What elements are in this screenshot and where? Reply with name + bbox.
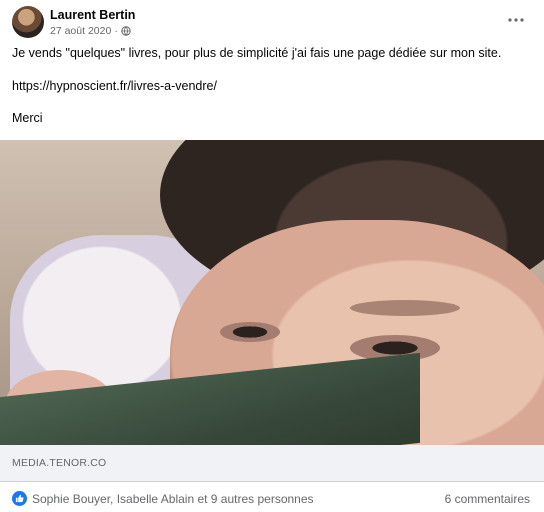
post-text-closing: Merci bbox=[12, 111, 43, 125]
more-options-icon[interactable] bbox=[506, 12, 526, 28]
author-avatar[interactable] bbox=[12, 6, 44, 38]
author-name[interactable]: Laurent Bertin bbox=[50, 8, 135, 22]
globe-icon[interactable] bbox=[121, 26, 131, 36]
post-link[interactable]: https://hypnoscient.fr/livres-a-vendre/ bbox=[12, 78, 217, 94]
meta-separator: · bbox=[114, 25, 118, 37]
post-header: Laurent Bertin 27 août 2020 · bbox=[0, 0, 544, 40]
media-source: MEDIA.TENOR.CO bbox=[12, 457, 107, 469]
reactions-bar: Sophie Bouyer, Isabelle Ablain et 9 autr… bbox=[0, 482, 544, 512]
post-meta: 27 août 2020 · bbox=[50, 25, 131, 37]
comments-count[interactable]: 6 commentaires bbox=[445, 492, 530, 506]
post-text-line: Je vends "quelques" livres, pour plus de… bbox=[12, 46, 502, 60]
link-caption[interactable]: MEDIA.TENOR.CO bbox=[0, 445, 544, 482]
post-date[interactable]: 27 août 2020 bbox=[50, 25, 111, 37]
facebook-post: Laurent Bertin 27 août 2020 · Je vends "… bbox=[0, 0, 544, 512]
media-brow bbox=[350, 300, 460, 316]
gif-media[interactable] bbox=[0, 140, 544, 445]
like-icon[interactable] bbox=[12, 491, 27, 506]
media-eye-left bbox=[220, 322, 280, 342]
reactions-text[interactable]: Sophie Bouyer, Isabelle Ablain et 9 autr… bbox=[32, 492, 314, 506]
